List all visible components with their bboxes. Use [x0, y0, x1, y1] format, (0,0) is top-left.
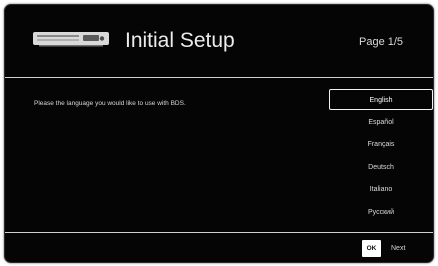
disc-player-icon [33, 32, 109, 47]
footer-divider [5, 232, 433, 233]
page-title: Initial Setup [125, 29, 235, 52]
language-option-francais[interactable]: Français [329, 134, 433, 155]
header-divider [5, 77, 433, 78]
language-option-russian[interactable]: Русский [329, 202, 433, 223]
header: Initial Setup Page 1/5 [5, 5, 433, 77]
ok-button[interactable]: OK [362, 240, 381, 257]
language-option-deutsch[interactable]: Deutsch [329, 157, 433, 178]
next-label: Next [391, 245, 406, 252]
language-option-english[interactable]: English [329, 89, 433, 110]
language-option-italiano[interactable]: Italiano [329, 179, 433, 200]
language-option-espanol[interactable]: Español [329, 112, 433, 133]
initial-setup-screen: Initial Setup Page 1/5 Please the langua… [4, 4, 434, 263]
page-indicator: Page 1/5 [359, 36, 404, 48]
language-prompt: Please the language you would like to us… [34, 100, 186, 107]
